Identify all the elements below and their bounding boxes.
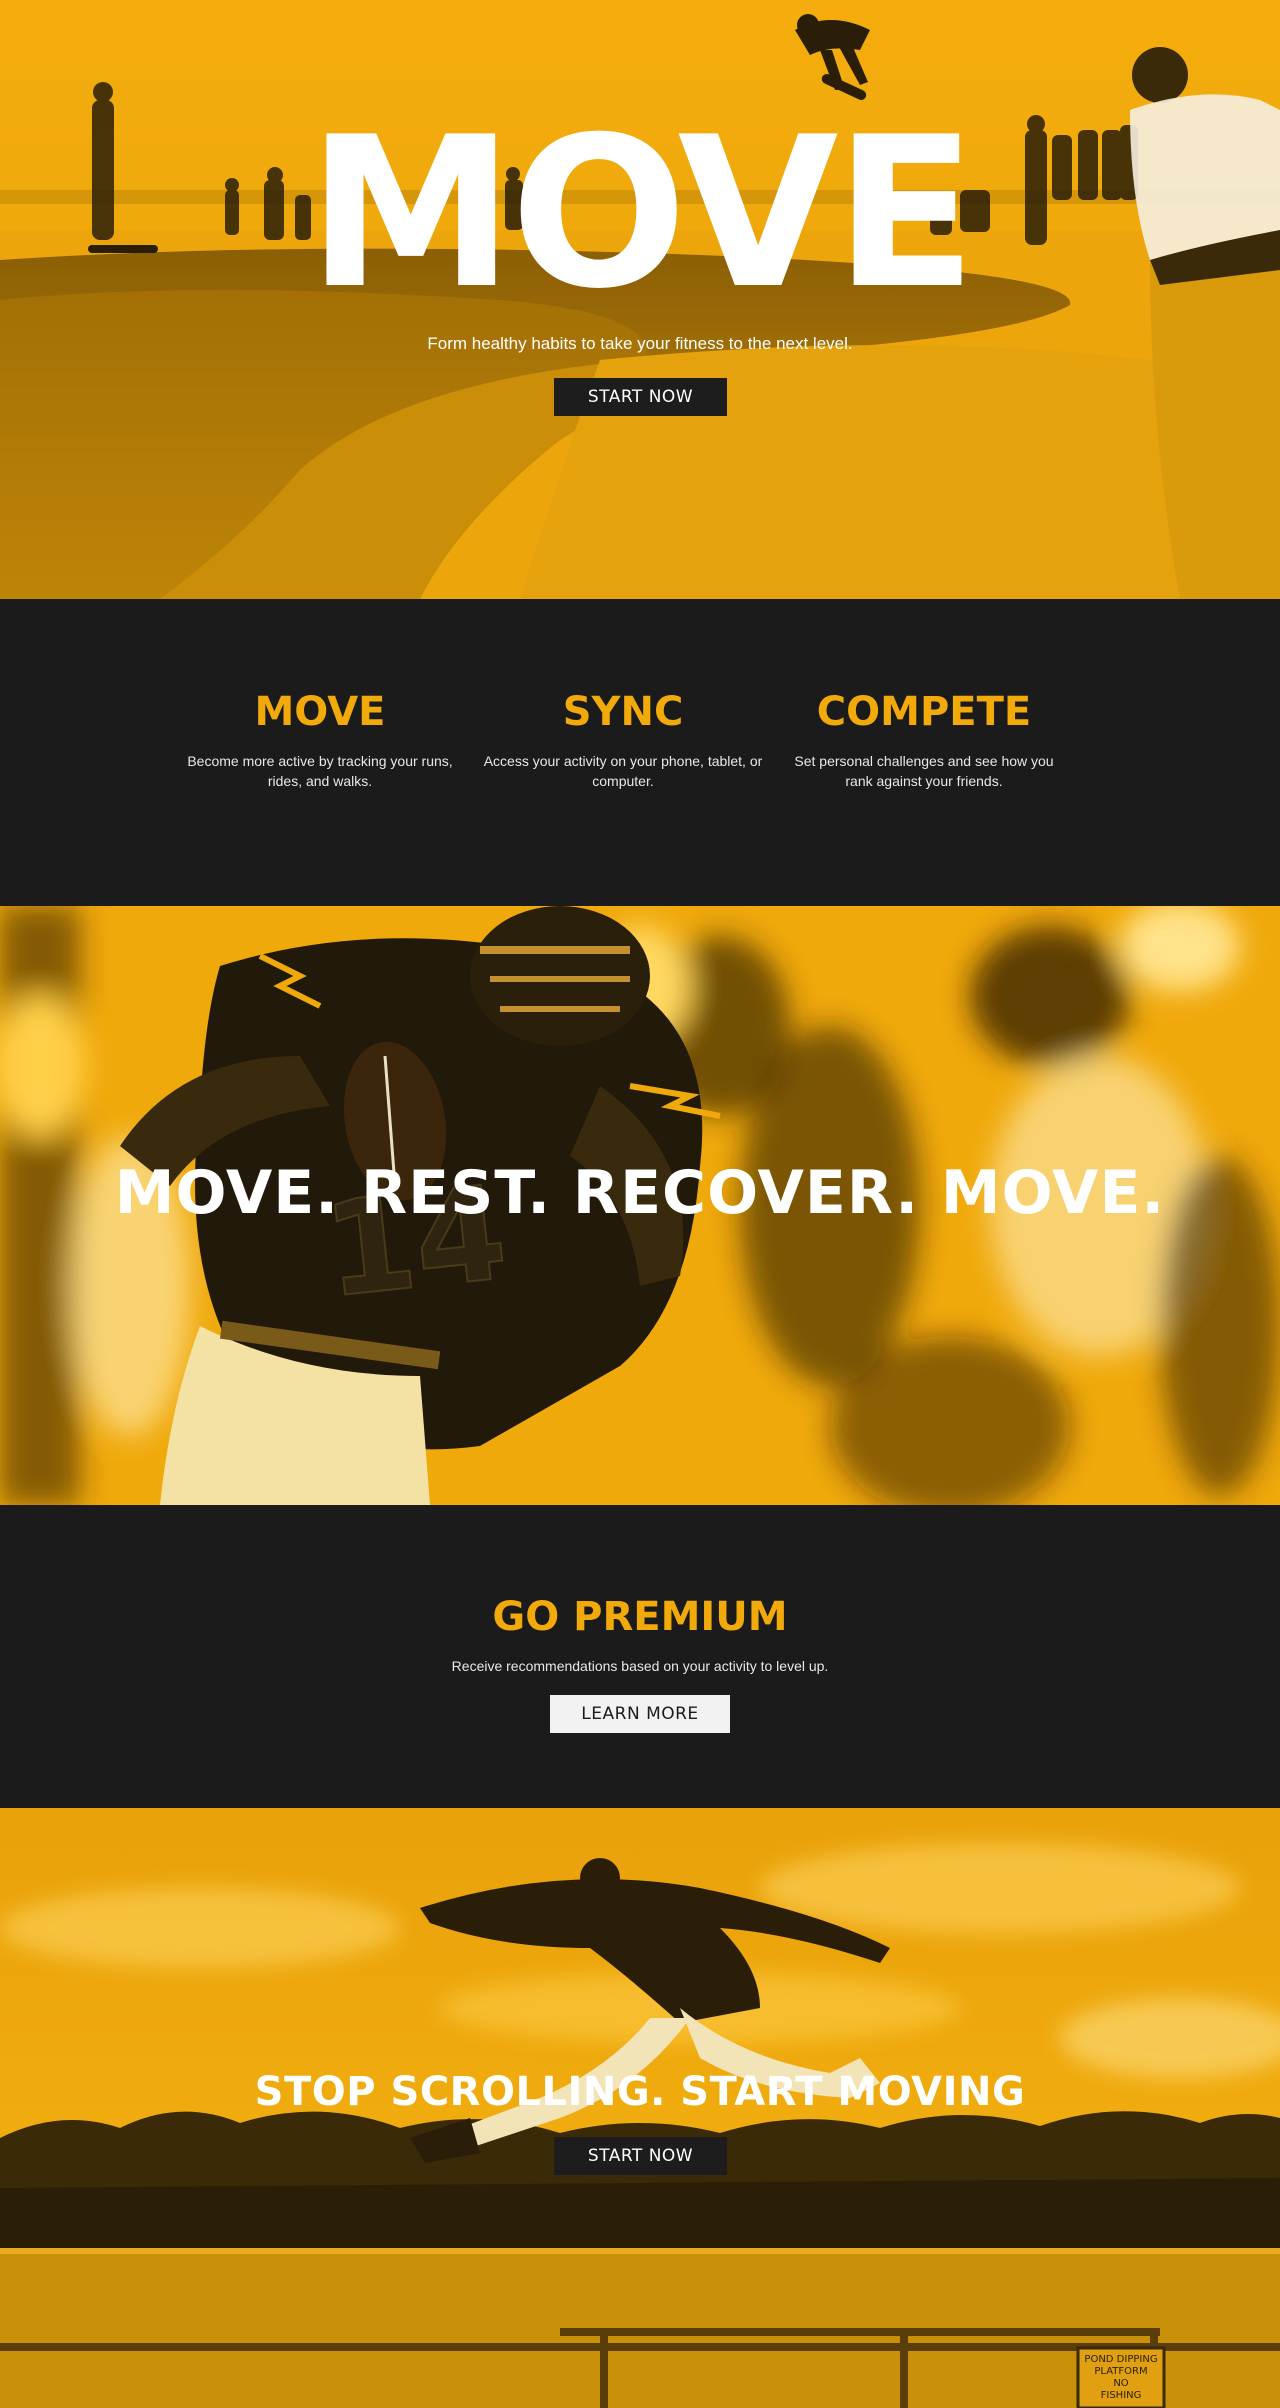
feature-compete: COMPETE Set personal challenges and see … [784, 692, 1064, 791]
learn-more-button[interactable]: LEARN MORE [550, 1695, 730, 1733]
premium-title: GO PREMIUM [492, 1594, 788, 1640]
feature-title: SYNC [562, 689, 684, 735]
feature-sync: SYNC Access your activity on your phone,… [483, 692, 763, 791]
hero-subtitle: Form healthy habits to take your fitness… [427, 334, 853, 353]
feature-move: MOVE Become more active by tracking your… [180, 692, 460, 791]
feature-title: COMPETE [816, 689, 1032, 735]
hero-title: MOVE [307, 93, 976, 335]
jump-title: STOP SCROLLING. START MOVING [254, 2069, 1026, 2115]
sign-line-4: FISHING [1101, 2390, 1142, 2401]
hero-start-now-button[interactable]: START NOW [554, 378, 727, 416]
feature-text: Set personal challenges and see how you … [794, 753, 1054, 789]
jump-section: POND DIPPING PLATFORM NO FISHING STOP SC… [0, 1808, 1280, 2408]
jump-start-now-button[interactable]: START NOW [554, 2137, 727, 2175]
hero-section: MOVE Form healthy habits to take your fi… [0, 0, 1280, 599]
premium-text: Receive recommendations based on your ac… [451, 1658, 829, 1674]
sign-line-2: PLATFORM [1094, 2366, 1147, 2377]
premium-section: GO PREMIUM Receive recommendations based… [0, 1505, 1280, 1808]
feature-text: Become more active by tracking your runs… [187, 753, 453, 789]
sign-line-3: NO [1113, 2378, 1128, 2389]
football-title: MOVE. REST. RECOVER. MOVE. [114, 1158, 1166, 1228]
feature-title: MOVE [254, 689, 386, 735]
features-section: MOVE Become more active by tracking your… [0, 599, 1280, 906]
football-section: 14 MOVE. REST. RECOVER. MOVE. [0, 906, 1280, 1505]
sign-line-1: POND DIPPING [1084, 2354, 1157, 2365]
feature-text: Access your activity on your phone, tabl… [483, 753, 763, 789]
